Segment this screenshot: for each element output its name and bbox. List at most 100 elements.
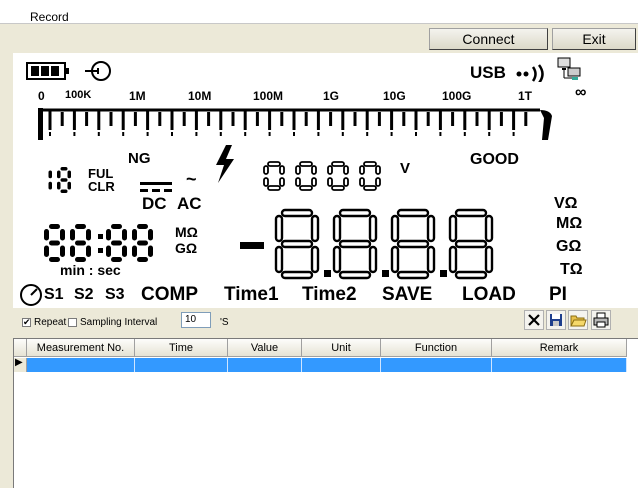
unit-label: TΩ <box>560 261 583 278</box>
battery-icon <box>26 62 69 80</box>
segment <box>359 177 365 187</box>
segment <box>279 177 285 187</box>
segment <box>263 177 269 187</box>
scale-tick <box>426 112 430 126</box>
segment <box>454 208 488 218</box>
dc-symbol-icon <box>140 182 172 192</box>
segment <box>484 245 494 274</box>
table-cell[interactable] <box>228 358 302 372</box>
scale-tick <box>451 112 455 126</box>
table-cell[interactable] <box>492 358 627 372</box>
scale-tick <box>341 110 345 130</box>
segment <box>75 240 86 246</box>
clr-label: CLR <box>88 179 115 194</box>
column-header[interactable]: Unit <box>302 339 381 357</box>
exit-button[interactable]: Exit <box>552 28 636 50</box>
segment <box>122 245 127 257</box>
save-file-button[interactable] <box>546 310 566 330</box>
segment <box>60 178 68 182</box>
scale-tick <box>499 112 503 126</box>
segment <box>106 245 111 257</box>
scale-tick <box>475 112 479 126</box>
mo-label: MΩ <box>175 224 198 240</box>
connect-button[interactable]: Connect <box>429 28 548 50</box>
scale-tick <box>414 110 418 130</box>
segment <box>295 165 301 175</box>
signal-icon <box>516 64 544 82</box>
segment <box>311 177 317 187</box>
segment <box>375 165 381 175</box>
scale-tick <box>194 110 198 130</box>
unit-label: VΩ <box>554 195 578 212</box>
scale-tick-dot <box>171 132 173 136</box>
scale-tick <box>390 110 394 130</box>
segment <box>70 245 75 257</box>
scale-tick <box>60 112 64 126</box>
segment <box>86 229 91 241</box>
scale-tick-dot <box>366 132 369 136</box>
column-header[interactable]: Function <box>381 339 492 357</box>
table-cell[interactable] <box>135 358 228 372</box>
segment <box>368 214 378 243</box>
status-pi: PI <box>549 284 567 305</box>
current-row-arrow-icon: ▶ <box>15 357 23 368</box>
segment <box>454 239 488 249</box>
status-time1: Time1 <box>224 284 279 305</box>
computer-icon <box>557 57 581 80</box>
records-table[interactable]: Measurement No. Time Value Unit Function… <box>13 338 638 488</box>
scale-tick <box>72 110 76 130</box>
scale-label: 100K <box>65 89 92 101</box>
timer-unit: min : sec <box>60 262 121 278</box>
column-header[interactable]: Remark <box>492 339 627 357</box>
open-file-button[interactable] <box>568 310 588 330</box>
segment <box>311 165 317 175</box>
segment <box>111 224 122 229</box>
segment <box>310 245 320 274</box>
row-selector[interactable]: ▶ <box>14 357 27 372</box>
segment <box>70 229 75 241</box>
unit-label: GΩ <box>556 238 582 255</box>
scale-tick <box>268 110 272 130</box>
status-time2: Time2 <box>302 284 357 305</box>
segment <box>331 185 345 191</box>
table-cell[interactable] <box>302 358 381 372</box>
segment <box>274 245 284 274</box>
segment <box>338 208 372 218</box>
scale-left-cap <box>38 108 43 140</box>
column-header[interactable]: Time <box>135 339 228 357</box>
scale-tick-dot <box>219 132 222 136</box>
segment <box>343 177 349 187</box>
scale-tick <box>48 110 52 130</box>
timer-display <box>44 224 153 262</box>
scale-tick <box>146 110 150 130</box>
print-button[interactable] <box>591 310 611 330</box>
scale-tick-dot <box>195 132 198 136</box>
scale-tick <box>329 112 333 126</box>
segment <box>49 257 60 262</box>
scale-tick-dot <box>488 132 491 136</box>
dc-label: DC <box>142 194 167 213</box>
segment <box>280 239 314 249</box>
ac-label: AC <box>177 194 202 213</box>
scale-tick <box>304 112 308 126</box>
scale-tick <box>231 112 235 126</box>
segment <box>44 229 49 241</box>
delete-button[interactable] <box>524 310 544 330</box>
window-title: Record <box>30 10 69 24</box>
interval-input[interactable]: 10 <box>181 312 211 328</box>
segment <box>343 165 349 175</box>
column-header[interactable]: Value <box>228 339 302 357</box>
repeat-checkbox[interactable]: ✔ <box>22 317 31 327</box>
table-cell[interactable] <box>27 358 135 372</box>
column-header[interactable]: Measurement No. <box>27 339 135 357</box>
sampling-checkbox[interactable] <box>68 318 77 327</box>
segment <box>67 181 71 190</box>
segment <box>454 270 488 280</box>
scale-tick-dot <box>49 132 51 136</box>
table-cell[interactable] <box>381 358 492 372</box>
main-display <box>240 208 494 280</box>
scale-tick <box>402 112 406 126</box>
segment <box>299 185 313 191</box>
segment <box>448 245 458 274</box>
scale-tick <box>219 110 223 130</box>
